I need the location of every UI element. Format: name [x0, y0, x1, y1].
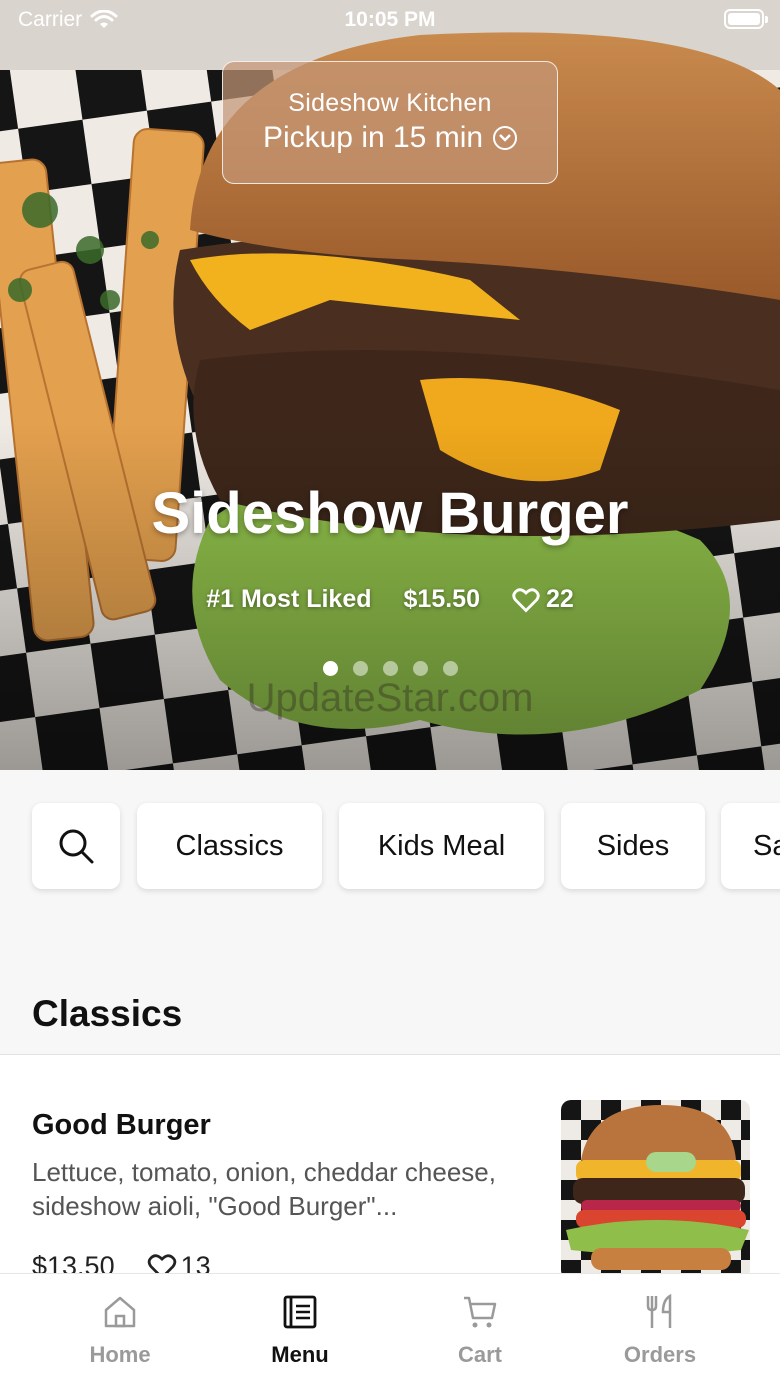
category-chip-label: Sa [753, 829, 780, 862]
featured-price: $15.50 [403, 585, 480, 613]
clock: 10:05 PM [344, 8, 436, 31]
cart-icon [464, 1296, 497, 1328]
category-chip-label: Classics [175, 829, 284, 862]
menu-item[interactable]: Good Burger Lettuce, tomato, onion, ched… [0, 1055, 780, 1275]
status-bar: Carrier 10:05 PM [0, 0, 780, 40]
menu-icon [283, 1295, 317, 1329]
category-chip-sides[interactable]: Sides [561, 803, 705, 889]
chevron-down-icon [493, 126, 518, 150]
featured-likes-count: 22 [545, 585, 574, 613]
tab-bar: Home Menu Cart Orders [0, 1273, 780, 1387]
category-bar[interactable]: Classics Kids Meal Sides Sa [0, 770, 780, 970]
category-chip-kids-meal[interactable]: Kids Meal [339, 803, 544, 889]
menu-item-meta: $13.50 13 [32, 1251, 211, 1275]
menu-item-description: Lettuce, tomato, onion, cheddar cheese, … [32, 1157, 496, 1221]
tab-orders[interactable]: Orders [570, 1274, 750, 1387]
orders-icon [646, 1293, 672, 1328]
pickup-location-selector[interactable]: Sideshow Kitchen Pickup in 15 min [222, 61, 558, 184]
carousel-dot[interactable] [382, 661, 398, 676]
tab-label: Home [89, 1342, 151, 1367]
kitchen-name: Sideshow Kitchen [288, 89, 492, 117]
tab-label: Menu [271, 1342, 329, 1367]
carousel-dot[interactable] [352, 661, 368, 676]
search-button[interactable] [32, 803, 120, 889]
menu-item-likes-count: 13 [180, 1251, 211, 1275]
carousel-dot[interactable] [442, 661, 458, 676]
menu-item-name: Good Burger [32, 1109, 211, 1141]
hero-banner[interactable]: Carrier 10:05 PM Sideshow Kitchen Pickup… [0, 0, 780, 770]
tab-label: Cart [457, 1342, 502, 1367]
pickup-eta-label: Pickup in 15 min [262, 121, 484, 154]
menu-item-image[interactable] [561, 1100, 750, 1275]
featured-badge: #1 Most Liked [206, 585, 372, 613]
category-chip-label: Sides [596, 829, 670, 862]
burger-photo [561, 1100, 750, 1275]
home-icon [104, 1296, 136, 1328]
search-icon [59, 829, 94, 864]
carousel-dot[interactable] [412, 661, 428, 676]
watermark: UpdateStar.com [246, 676, 534, 720]
tab-home[interactable]: Home [30, 1274, 210, 1387]
battery-icon [724, 9, 768, 29]
tab-label: Orders [623, 1342, 697, 1367]
menu-item-price: $13.50 [32, 1251, 115, 1275]
category-chip-classics[interactable]: Classics [137, 803, 322, 889]
pickup-eta: Pickup in 15 min [262, 121, 518, 155]
carousel-dot[interactable] [322, 661, 338, 676]
featured-likes: 22 [512, 585, 574, 614]
heart-icon [512, 587, 540, 612]
section-title: Classics [32, 993, 183, 1034]
tab-menu[interactable]: Menu [210, 1274, 390, 1387]
heart-icon [147, 1254, 176, 1275]
tab-cart[interactable]: Cart [390, 1274, 570, 1387]
menu-item-likes: 13 [147, 1251, 211, 1275]
carousel-dots[interactable] [0, 661, 780, 676]
featured-item-title: Sideshow Burger [151, 481, 629, 546]
category-chip-partial[interactable]: Sa [721, 803, 780, 889]
featured-item-meta: #1 Most Liked $15.50 22 [0, 585, 780, 614]
category-chip-label: Kids Meal [377, 829, 506, 862]
